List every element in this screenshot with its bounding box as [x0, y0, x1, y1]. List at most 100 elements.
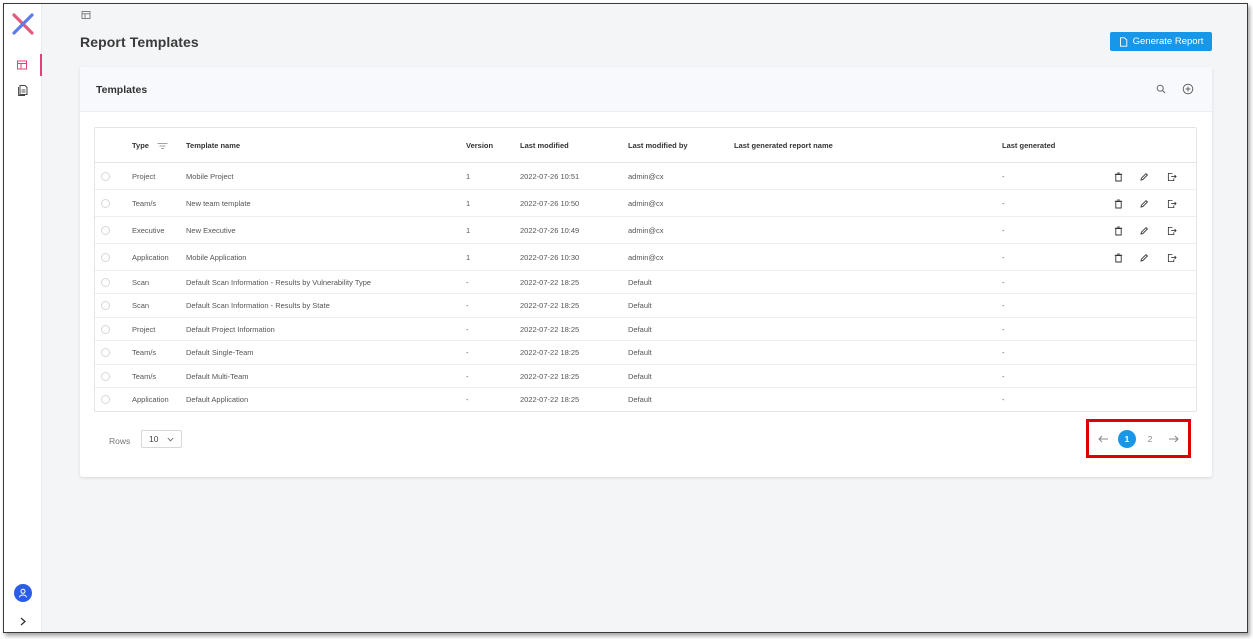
chevron-down-icon — [167, 437, 174, 441]
cell-last-modified-by: Default — [628, 278, 652, 287]
column-header-type[interactable]: Type — [132, 141, 168, 150]
delete-icon[interactable] — [1113, 226, 1123, 236]
cell-last-generated: - — [1002, 172, 1005, 181]
cell-template-name: Default Scan Information - Results by Vu… — [186, 278, 372, 287]
cell-version: - — [466, 325, 469, 334]
cell-type: Team/s — [132, 348, 157, 357]
cell-last-modified-by: admin@cx — [628, 199, 664, 208]
row-select-radio[interactable] — [101, 372, 110, 381]
cell-version: 1 — [466, 226, 471, 235]
export-icon[interactable] — [1167, 172, 1177, 182]
table-row[interactable]: Team/s Default Multi-Team - 2022-07-22 18:2… — [95, 365, 1196, 388]
column-header-last-generated: Last generated — [1002, 141, 1056, 150]
cell-last-generated: - — [1002, 226, 1005, 235]
templates-card: Templates Type Template name Version Las… — [80, 67, 1212, 477]
cell-template-name: Mobile Application — [186, 253, 247, 262]
row-select-radio[interactable] — [101, 348, 110, 357]
edit-icon[interactable] — [1139, 172, 1149, 182]
cell-last-generated: - — [1002, 395, 1005, 404]
table-row[interactable]: Team/s New team template 1 2022-07-26 10:50… — [95, 190, 1196, 217]
table-row[interactable]: Scan Default Scan Information - Results b… — [95, 271, 1196, 294]
row-select-radio[interactable] — [101, 395, 110, 404]
cell-template-name: Mobile Project — [186, 172, 234, 181]
cell-last-generated: - — [1002, 325, 1005, 334]
page-title: Report Templates — [80, 34, 199, 50]
cell-last-modified: 2022-07-26 10:50 — [520, 199, 580, 208]
row-select-radio[interactable] — [101, 226, 110, 235]
generate-report-button[interactable]: Generate Report — [1110, 32, 1212, 51]
cell-last-modified: 2022-07-26 10:30 — [520, 253, 580, 262]
edit-icon[interactable] — [1139, 253, 1149, 263]
cell-last-modified-by: Default — [628, 395, 652, 404]
table-row[interactable]: Project Mobile Project 1 2022-07-26 10:51 ad… — [95, 163, 1196, 190]
cell-template-name: New Executive — [186, 226, 236, 235]
cell-last-generated: - — [1002, 348, 1005, 357]
row-select-radio[interactable] — [101, 325, 110, 334]
cell-last-modified-by: admin@cx — [628, 253, 664, 262]
cell-last-modified: 2022-07-22 18:25 — [520, 278, 580, 287]
table-row[interactable]: Executive New Executive 1 2022-07-26 10:49 a… — [95, 217, 1196, 244]
app-window: Report Templates Generate Report Templat… — [3, 3, 1248, 633]
add-template-button[interactable] — [1182, 83, 1194, 95]
export-icon[interactable] — [1167, 199, 1177, 209]
cell-type: Scan — [132, 301, 150, 310]
filter-icon[interactable] — [157, 142, 168, 150]
edit-icon[interactable] — [1139, 226, 1149, 236]
breadcrumb-templates-icon[interactable] — [81, 10, 91, 20]
cell-last-modified-by: admin@cx — [628, 226, 664, 235]
next-page-button[interactable] — [1166, 430, 1180, 448]
row-select-radio[interactable] — [101, 278, 110, 287]
templates-icon — [17, 60, 27, 70]
rows-per-page-value: 10 — [149, 434, 159, 444]
delete-icon[interactable] — [1113, 253, 1123, 263]
cell-last-modified: 2022-07-22 18:25 — [520, 395, 580, 404]
row-select-radio[interactable] — [101, 172, 110, 181]
export-icon[interactable] — [1167, 226, 1177, 236]
sidebar-item-reports[interactable] — [4, 79, 42, 101]
cell-last-modified-by: Default — [628, 372, 652, 381]
sidebar-item-templates[interactable] — [4, 54, 42, 76]
column-header-template-name: Template name — [186, 141, 241, 150]
app-logo — [12, 13, 34, 35]
cell-type: Team/s — [132, 199, 157, 208]
cell-last-modified-by: Default — [628, 348, 652, 357]
cell-type: Project — [132, 325, 156, 334]
table-row[interactable]: Team/s Default Single-Team - 2022-07-22 18:… — [95, 341, 1196, 365]
delete-icon[interactable] — [1113, 172, 1123, 182]
card-header: Templates — [80, 67, 1212, 112]
cell-template-name: Default Scan Information - Results by St… — [186, 301, 330, 310]
export-icon[interactable] — [1167, 253, 1177, 263]
search-button[interactable] — [1155, 83, 1167, 95]
cell-version: - — [466, 348, 469, 357]
rows-per-page-select[interactable]: 10 — [141, 430, 182, 448]
table-row[interactable]: Project Default Project Information - 2022-… — [95, 318, 1196, 341]
page-1-button[interactable]: 1 — [1118, 430, 1136, 448]
delete-icon[interactable] — [1113, 199, 1123, 209]
edit-icon[interactable] — [1139, 199, 1149, 209]
prev-page-button[interactable] — [1096, 430, 1110, 448]
table-row[interactable]: Application Default Application - 2022-07-2… — [95, 388, 1196, 412]
row-select-radio[interactable] — [101, 199, 110, 208]
cell-template-name: Default Single-Team — [186, 348, 254, 357]
templates-table: Type Template name Version Last modified… — [94, 127, 1197, 412]
cell-version: 1 — [466, 199, 471, 208]
cell-template-name: Default Application — [186, 395, 249, 404]
cell-last-modified-by: Default — [628, 325, 652, 334]
row-select-radio[interactable] — [101, 301, 110, 310]
column-header-last-modified-by: Last modified by — [628, 141, 688, 150]
expand-sidebar-button[interactable] — [16, 614, 30, 628]
user-avatar[interactable] — [14, 584, 32, 602]
cell-last-generated: - — [1002, 301, 1005, 310]
row-select-radio[interactable] — [101, 253, 110, 262]
add-circle-icon — [1182, 83, 1194, 95]
cell-last-modified-by: admin@cx — [628, 172, 664, 181]
cell-version: 1 — [466, 253, 471, 262]
cell-last-generated: - — [1002, 253, 1005, 262]
page-2-button[interactable]: 2 — [1144, 430, 1156, 448]
cell-last-modified: 2022-07-26 10:49 — [520, 226, 580, 235]
cell-last-modified: 2022-07-22 18:25 — [520, 301, 580, 310]
table-row[interactable]: Scan Default Scan Information - Results b… — [95, 294, 1196, 318]
table-row[interactable]: Application Mobile Application 1 2022-07-26… — [95, 244, 1196, 271]
cell-type: Application — [132, 253, 169, 262]
search-icon — [1156, 84, 1166, 94]
